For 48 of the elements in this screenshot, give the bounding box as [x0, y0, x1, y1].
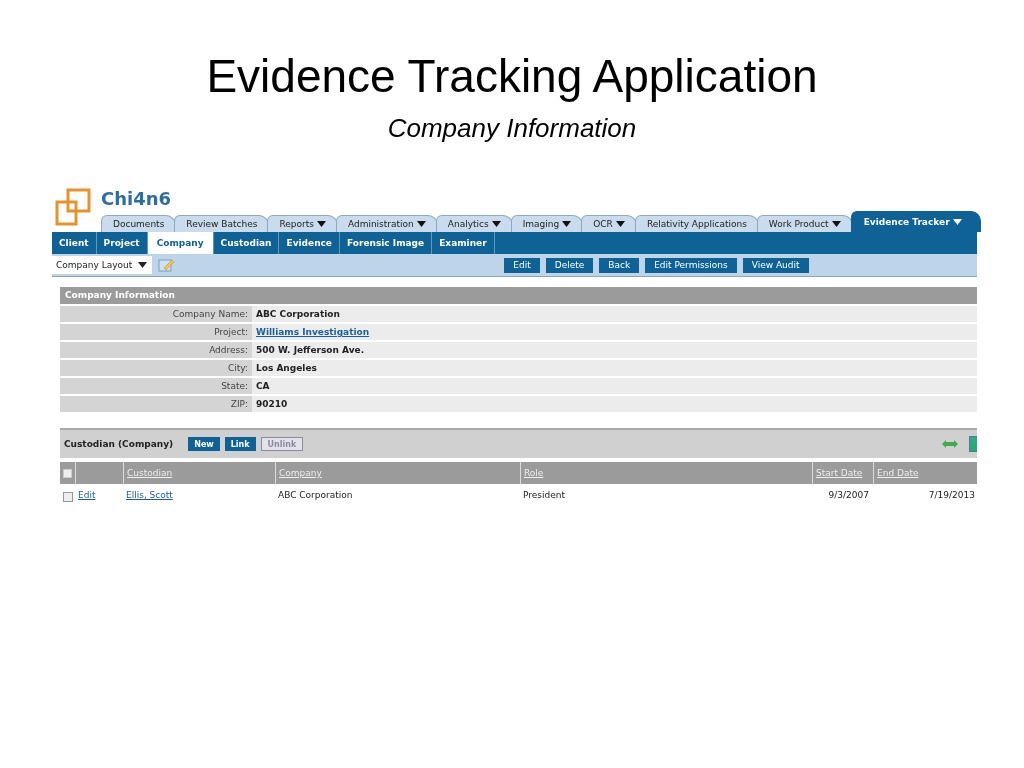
field-label: Project: — [60, 324, 252, 340]
project-link[interactable]: Williams Investigation — [256, 327, 370, 337]
tab[interactable]: Work Product — [756, 215, 853, 232]
tab[interactable]: Reports — [267, 215, 338, 232]
action-button[interactable]: Edit — [504, 257, 540, 273]
layout-dropdown[interactable]: Company Layout — [52, 256, 153, 274]
checkbox[interactable] — [62, 492, 73, 502]
field-label: Company Name: — [60, 306, 252, 322]
section-title: Custodian (Company) — [64, 439, 174, 449]
edit-layout-icon[interactable] — [158, 258, 175, 272]
action-button[interactable]: Delete — [545, 257, 594, 273]
tab[interactable]: Imaging — [510, 215, 584, 232]
nav-tab[interactable]: Company — [147, 232, 214, 254]
logo-icon — [55, 188, 91, 226]
tab[interactable]: Analytics — [435, 215, 513, 232]
checkbox[interactable] — [63, 468, 72, 478]
tab[interactable]: Relativity Applications — [634, 215, 759, 232]
tab[interactable]: Review Batches — [174, 215, 270, 232]
field-label: City: — [60, 360, 252, 376]
table-cell: President — [523, 490, 565, 500]
edit-link[interactable]: Edit — [78, 490, 96, 500]
action-button[interactable]: Edit Permissions — [645, 257, 737, 273]
button[interactable]: New — [188, 437, 220, 451]
field-value: 90210 — [252, 396, 977, 412]
tab[interactable]: Documents — [101, 215, 177, 232]
double-arrow-icon[interactable] — [942, 440, 958, 448]
tab[interactable]: Administration — [335, 215, 438, 232]
slide-title: Evidence Tracking Application — [206, 49, 818, 104]
action-button[interactable]: View Audit — [742, 257, 809, 273]
action-button[interactable]: Back — [599, 257, 640, 273]
field-label: ZIP: — [60, 396, 252, 412]
table-cell: 7/19/2013 — [928, 490, 975, 500]
field-value: Los Angeles — [252, 360, 977, 376]
section-header: Company Information — [60, 287, 977, 304]
field-value: ABC Corporation — [252, 306, 977, 322]
field-value: 500 W. Jefferson Ave. — [252, 342, 977, 358]
table-cell: 9/3/2007 — [828, 490, 869, 500]
slide-subtitle: Company Information — [387, 112, 637, 144]
custodian-link[interactable]: Ellis, Scott — [126, 490, 173, 500]
brand-name: Chi4n6 — [101, 188, 172, 210]
tab[interactable]: OCR — [581, 215, 637, 232]
caret-icon — [138, 262, 148, 268]
field-value: CA — [252, 378, 977, 394]
field-label: State: — [60, 378, 252, 394]
field-label: Address: — [60, 342, 252, 358]
table-cell: ABC Corporation — [278, 490, 353, 500]
tab[interactable]: Evidence Tracker — [850, 211, 981, 232]
button[interactable]: Link — [224, 437, 256, 451]
